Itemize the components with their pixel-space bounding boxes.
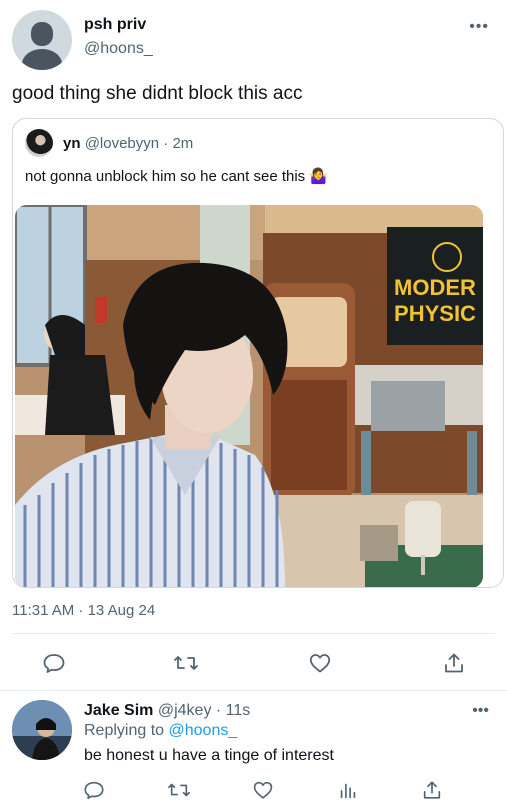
reply-tweet[interactable]: Jake Sim @j4key · 11s ••• Replying to @h… <box>0 692 507 810</box>
reply-like-icon[interactable] <box>249 776 277 804</box>
quote-avatar[interactable] <box>25 129 53 157</box>
reply-avatar[interactable] <box>12 700 72 760</box>
quote-photo[interactable]: MODER PHYSIC <box>15 205 483 587</box>
reply-more-options-icon[interactable]: ••• <box>472 702 489 720</box>
divider-top <box>12 633 495 634</box>
tweet-timestamp[interactable]: 11:31 AM · 13 Aug 24 <box>12 602 155 619</box>
reply-icon[interactable] <box>40 649 68 677</box>
reply-author-handle[interactable]: @j4key · 11s <box>158 702 250 719</box>
reply-share-icon[interactable] <box>418 776 446 804</box>
like-icon[interactable] <box>306 649 334 677</box>
quote-header: yn @lovebyyn · 2m <box>63 135 193 152</box>
reply-views-icon[interactable] <box>334 776 362 804</box>
divider-bottom <box>0 690 507 691</box>
replying-to: Replying to @hoons_ <box>84 722 237 740</box>
tweet-header: psh priv @hoons_ ••• <box>0 0 507 80</box>
quoted-tweet[interactable]: yn @lovebyyn · 2m not gonna unblock him … <box>12 118 504 588</box>
reply-author-name[interactable]: Jake Sim <box>84 702 153 719</box>
replying-to-label: Replying to <box>84 722 165 739</box>
avatar-default-icon[interactable] <box>12 10 72 70</box>
poster-line-2: PHYSIC <box>394 301 476 326</box>
author-handle[interactable]: @hoons_ <box>84 40 153 58</box>
reply-retweet-icon[interactable] <box>165 776 193 804</box>
replying-to-link[interactable]: @hoons_ <box>169 722 238 739</box>
reply-text: be honest u have a tinge of interest <box>84 747 334 764</box>
quote-text: not gonna unblock him so he cant see thi… <box>25 168 329 185</box>
tweet-text: good thing she didnt block this acc <box>12 83 303 104</box>
quote-author-handle[interactable]: @lovebyyn · 2m <box>85 135 194 152</box>
reply-reply-icon[interactable] <box>80 776 108 804</box>
share-icon[interactable] <box>440 649 468 677</box>
quote-author-name[interactable]: yn <box>63 135 81 152</box>
poster-line-1: MODER <box>394 275 476 300</box>
retweet-icon[interactable] <box>172 649 200 677</box>
author-display-name[interactable]: psh priv <box>84 16 146 34</box>
more-options-icon[interactable]: ••• <box>469 18 489 36</box>
reply-author: Jake Sim @j4key · 11s <box>84 702 250 720</box>
